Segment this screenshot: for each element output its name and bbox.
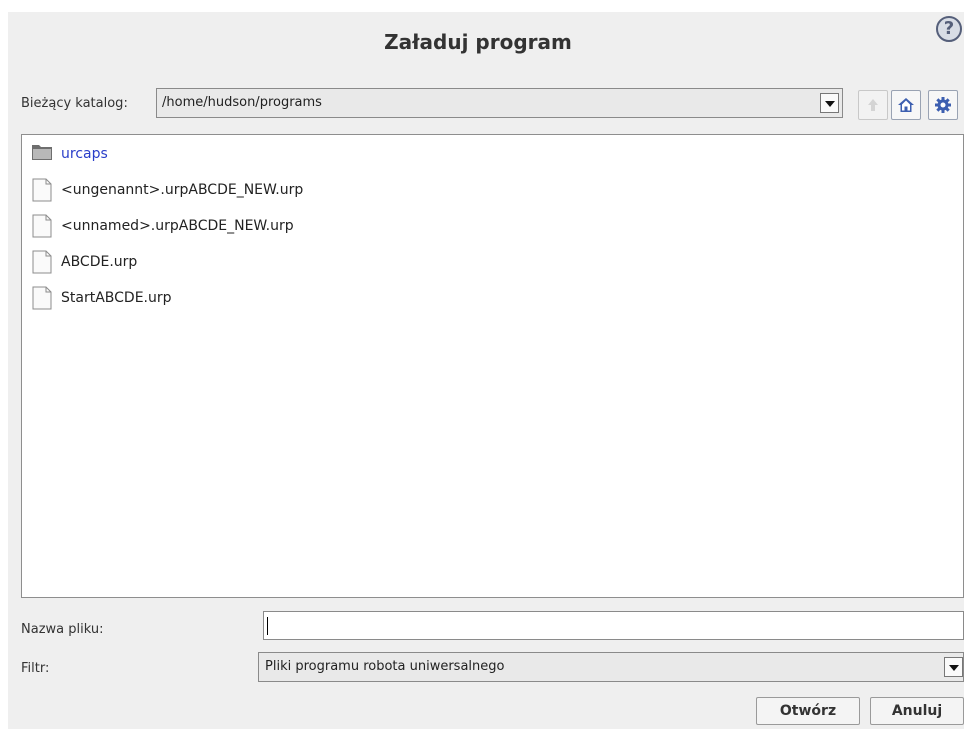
folder-icon [32,145,52,160]
list-item-label: StartABCDE.urp [61,290,172,306]
help-icon[interactable]: ? [936,16,962,42]
list-item-label: <ungenannt>.urpABCDE_NEW.urp [61,182,304,198]
file-icon [32,250,52,274]
open-button[interactable]: Otwórz [756,697,860,725]
filename-input[interactable] [263,611,964,640]
dialog-title: Załaduj program [384,30,572,54]
cancel-button[interactable]: Anuluj [870,697,964,725]
current-directory-select[interactable]: /home/hudson/programs [156,88,843,118]
filter-dropdown-button[interactable] [944,657,963,677]
chevron-down-icon [825,101,835,107]
home-icon [898,98,914,112]
up-folder-icon [868,99,878,111]
up-folder-button[interactable] [858,90,888,120]
file-icon [32,178,52,202]
file-icon [32,286,52,310]
list-item-file[interactable]: StartABCDE.urp [31,286,531,310]
filter-label: Filtr: [21,661,50,676]
filter-value: Pliki programu robota uniwersalnego [265,659,505,674]
load-program-dialog: Załaduj program ? Bieżący katalog: /home… [8,12,964,729]
list-item-label: <unnamed>.urpABCDE_NEW.urp [61,218,294,234]
list-item-folder[interactable]: urcaps [31,142,531,166]
current-directory-value: /home/hudson/programs [162,95,322,110]
settings-button[interactable] [928,90,958,120]
file-list[interactable]: urcaps <ungenannt>.urpABCDE_NEW.urp <unn… [21,134,964,598]
filename-label: Nazwa pliku: [21,622,104,637]
chevron-down-icon [949,665,959,671]
list-item-label: urcaps [61,146,108,162]
current-directory-label: Bieżący katalog: [21,96,128,111]
home-button[interactable] [891,90,921,120]
gear-icon [935,97,951,113]
text-caret [267,617,268,635]
list-item-file[interactable]: ABCDE.urp [31,250,531,274]
list-item-label: ABCDE.urp [61,254,138,270]
directory-dropdown-button[interactable] [820,93,839,113]
file-icon [32,214,52,238]
list-item-file[interactable]: <unnamed>.urpABCDE_NEW.urp [31,214,531,238]
list-item-file[interactable]: <ungenannt>.urpABCDE_NEW.urp [31,178,531,202]
filter-select[interactable]: Pliki programu robota uniwersalnego [258,652,964,682]
